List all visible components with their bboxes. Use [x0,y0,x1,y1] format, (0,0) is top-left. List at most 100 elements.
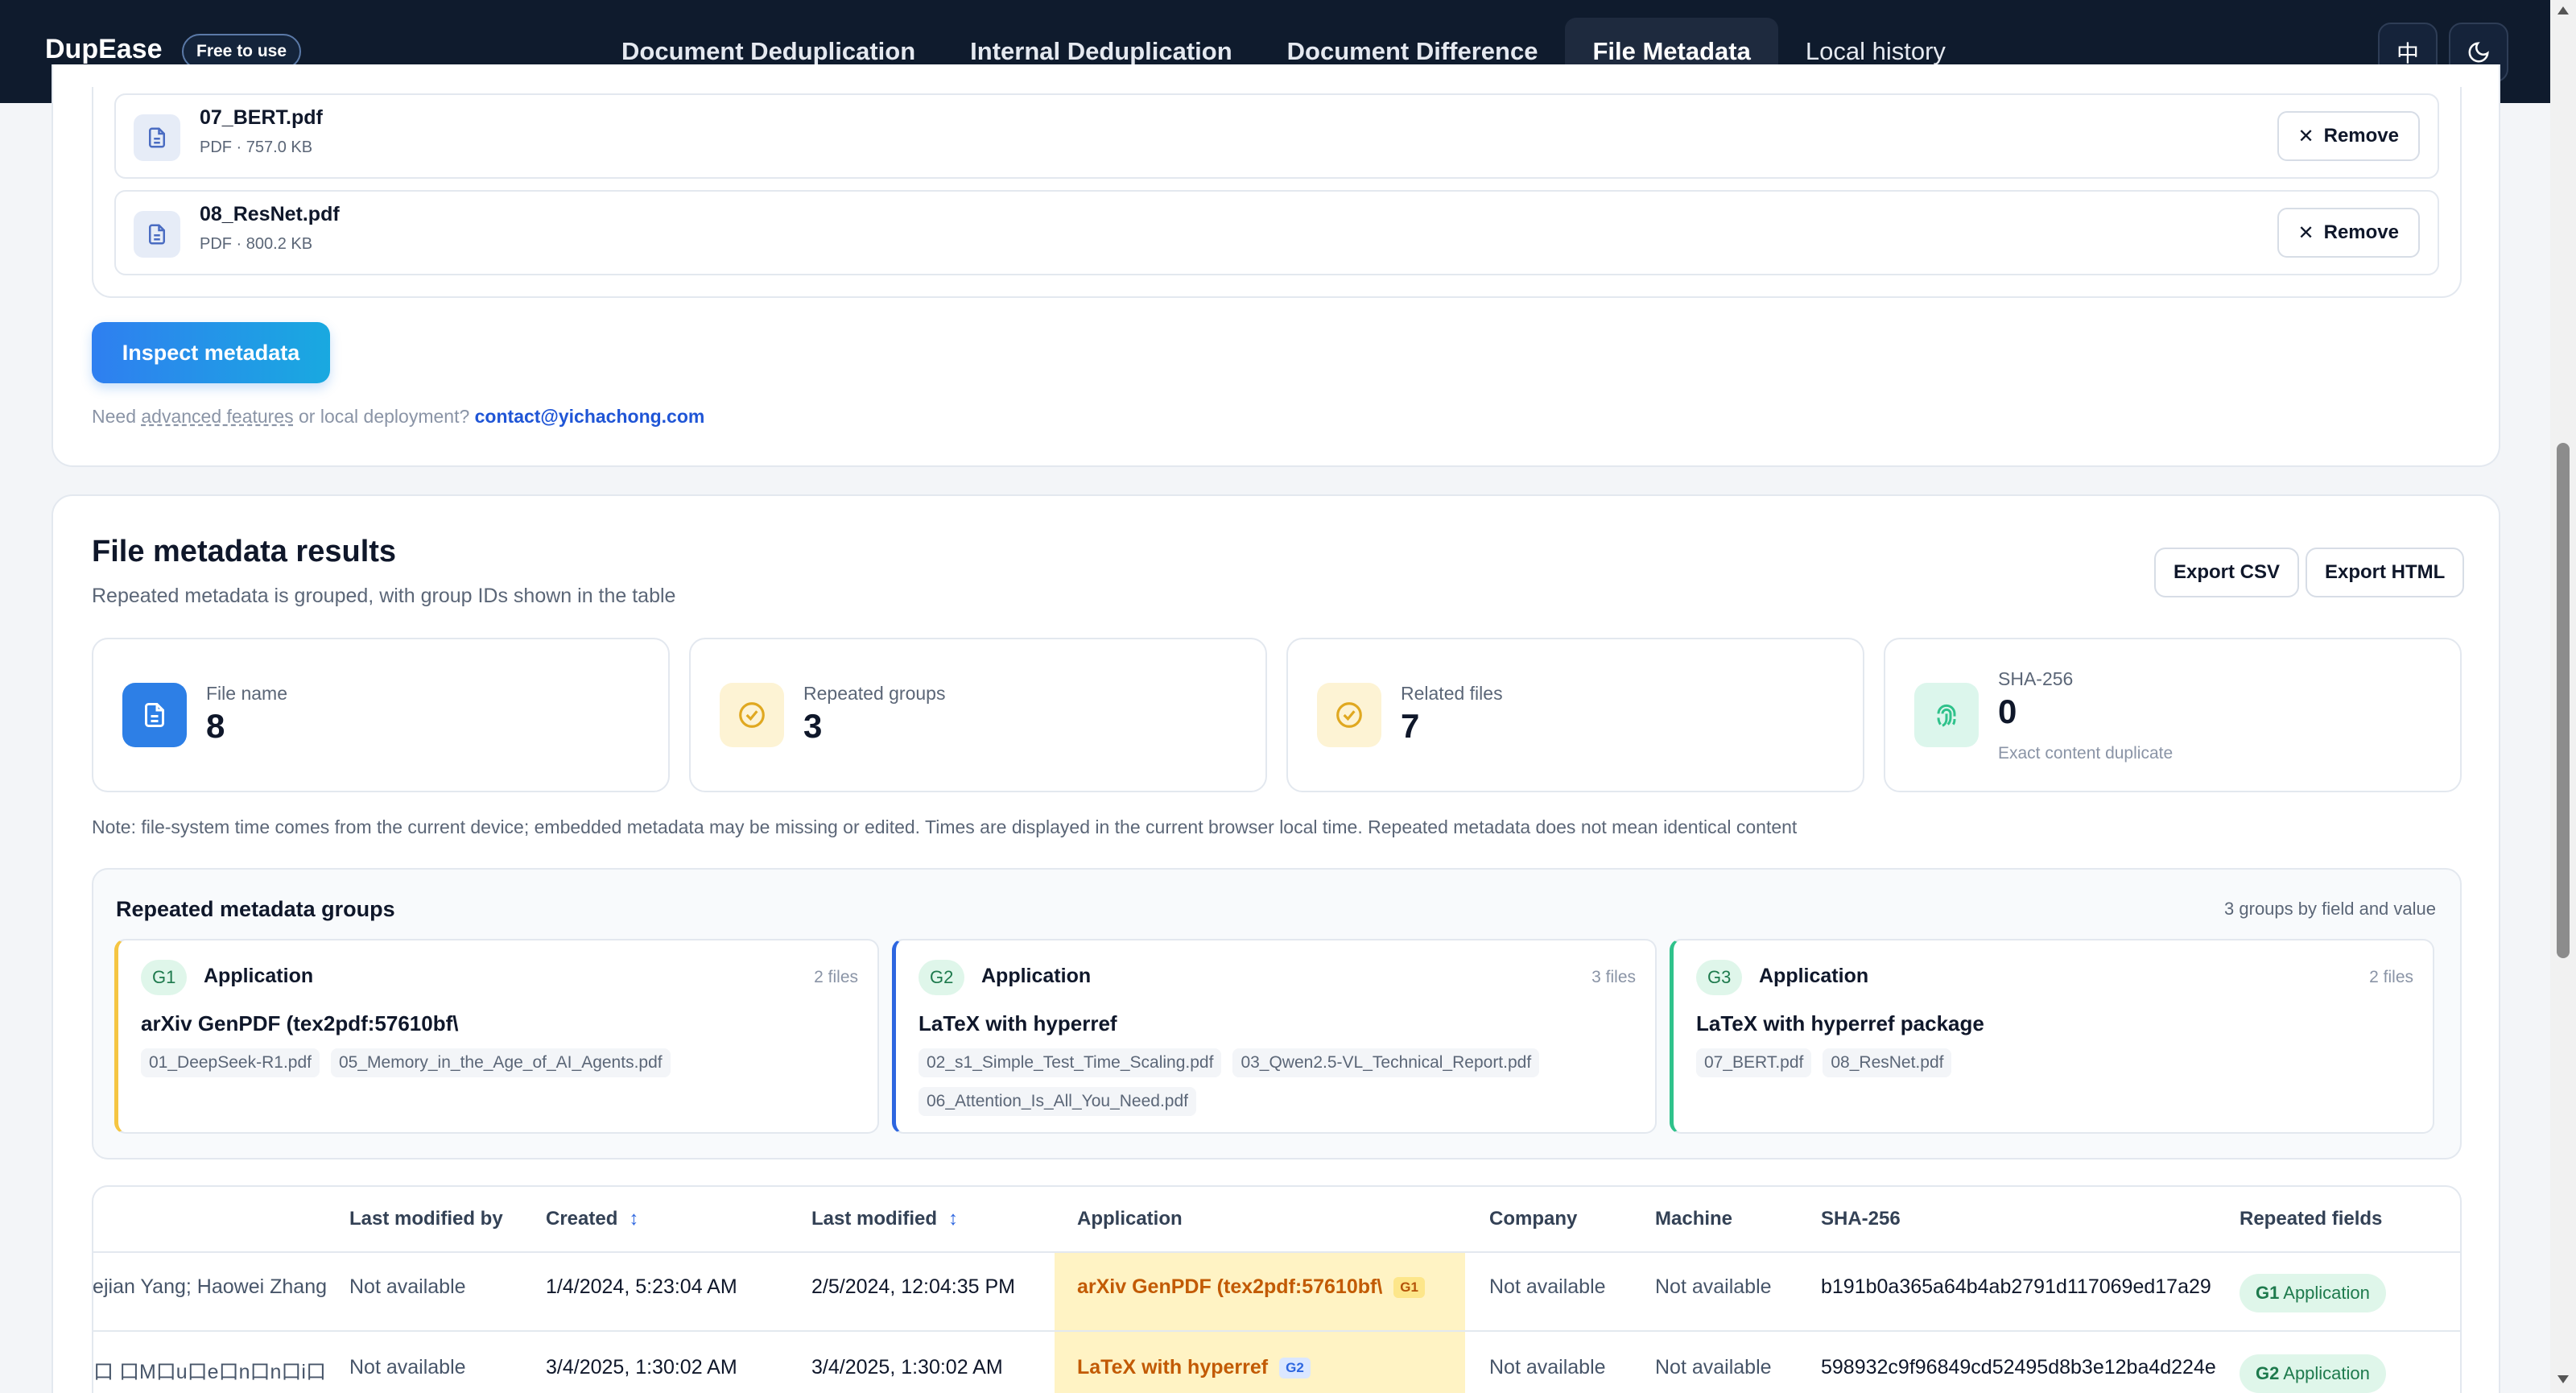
group-card-g2[interactable]: G2 Application 3 files LaTeX with hyperr… [892,939,1657,1134]
stat-card-repeated-groups: Repeated groups 3 [689,638,1267,792]
th-application: Application [1077,1208,1183,1230]
export-csv-button[interactable]: Export CSV [2154,548,2300,597]
cell-author: Daya Guo; Dejian Yang; Haowei Zhang [93,1275,327,1298]
repeated-field-name: Application [2283,1363,2370,1383]
remove-file-button[interactable]: ✕ Remove [2277,208,2420,258]
results-note: Note: file-system time comes from the cu… [92,816,1798,837]
repeated-field-badge[interactable]: G2 Application [2240,1354,2386,1393]
advanced-features-link[interactable]: advanced features [141,406,293,427]
check-circle-icon [720,683,784,747]
stat-label: Repeated groups [803,683,946,704]
inspect-metadata-button[interactable]: Inspect metadata [92,322,330,383]
groups-title: Repeated metadata groups [116,897,395,921]
close-icon: ✕ [2297,221,2314,244]
repeated-group-id: G2 [2256,1363,2280,1383]
cell-last-modified: 2/5/2024, 12:04:35 PM [811,1275,1015,1298]
sort-icon[interactable]: ↕ [948,1208,958,1230]
moon-icon [2468,42,2489,63]
group-field: Application [1759,965,1869,987]
cell-company: Not available [1489,1275,1606,1298]
cell-author: 口 口M口u口e口n口n口i口g口h口 [93,1361,327,1383]
group-id-badge: G1 [141,960,188,995]
cell-last-modified: 3/4/2025, 1:30:02 AM [811,1356,1003,1379]
cell-sha256: b191b0a365a64b4ab2791d117069ed17a29 [1821,1275,2211,1298]
application-value: arXiv GenPDF (tex2pdf:57610bf\ [1077,1275,1383,1298]
stat-value: 8 [206,707,225,745]
group-field: Application [981,965,1092,987]
export-html-button[interactable]: Export HTML [2306,548,2465,597]
stat-card-related-files: Related files 7 [1286,638,1864,792]
cell-last-modified-by: Not available [349,1356,466,1379]
cell-application: LaTeX with hyperref G2 [1077,1356,1311,1379]
group-id-badge: G3 [1696,960,1743,995]
file-chip: 01_DeepSeek-R1.pdf [141,1048,320,1077]
table-divider [93,1251,2460,1253]
remove-file-button[interactable]: ✕ Remove [2277,111,2420,161]
group-card-g1[interactable]: G1 Application 2 files arXiv GenPDF (tex… [114,939,879,1134]
group-id-badge: G2 [919,960,965,995]
sort-icon[interactable]: ↕ [629,1208,638,1230]
fingerprint-icon [1914,683,1979,747]
repeated-group-id: G1 [2256,1283,2280,1303]
repeated-field-name: Application [2283,1283,2370,1303]
repeated-field-badge[interactable]: G1 Application [2240,1274,2386,1312]
file-chip: 07_BERT.pdf [1696,1048,1812,1077]
brand-logo[interactable]: DupEase [45,34,163,65]
scroll-down-icon[interactable] [2557,1375,2569,1383]
results-subtitle: Repeated metadata is grouped, with group… [92,585,676,607]
cell-created: 3/4/2025, 1:30:02 AM [546,1356,737,1379]
th-last-modified[interactable]: Last modified ↕ [811,1208,958,1230]
stat-value: 7 [1401,707,1420,745]
scrollbar-thumb[interactable] [2557,443,2570,958]
group-file-count: 2 files [814,968,858,986]
cell-last-modified-by: Not available [349,1275,466,1298]
table-row-divider [93,1330,2460,1332]
groups-count: 3 groups by field and value [2224,899,2436,919]
remove-label: Remove [2323,125,2399,147]
file-chip: 08_ResNet.pdf [1823,1048,1952,1077]
contact-middle: or local deployment? [293,406,475,427]
group-field: Application [204,965,314,987]
group-file-chips: 07_BERT.pdf 08_ResNet.pdf [1696,1048,2421,1077]
group-card-g3[interactable]: G3 Application 2 files LaTeX with hyperr… [1670,939,2434,1134]
file-chip: 06_Attention_Is_All_You_Need.pdf [919,1087,1196,1116]
file-icon [134,211,180,258]
group-file-chips: 01_DeepSeek-R1.pdf 05_Memory_in_the_Age_… [141,1048,865,1077]
group-badge: G2 [1279,1358,1311,1379]
stat-note: Exact content duplicate [1998,744,2174,763]
cell-created: 1/4/2024, 5:23:04 AM [546,1275,737,1298]
check-circle-icon [1317,683,1381,747]
group-value: LaTeX with hyperref [919,1011,1117,1035]
group-file-chips: 02_s1_Simple_Test_Time_Scaling.pdf 03_Qw… [919,1048,1643,1116]
file-meta: PDF · 757.0 KB [200,138,313,156]
page-scrollbar[interactable] [2550,0,2576,1393]
remove-label: Remove [2323,221,2399,243]
stat-label: File name [206,683,287,704]
file-row: 08_ResNet.pdf PDF · 800.2 KB ✕ Remove [114,190,2439,275]
th-created[interactable]: Created ↕ [546,1208,638,1230]
th-company: Company [1489,1208,1578,1230]
file-name: 08_ResNet.pdf [200,203,340,225]
file-meta: PDF · 800.2 KB [200,235,313,253]
th-machine: Machine [1655,1208,1733,1230]
stat-label: Related files [1401,683,1503,704]
language-icon: 中 [2396,41,2419,66]
contact-email-link[interactable]: contact@yichachong.com [475,406,705,427]
file-chip: 05_Memory_in_the_Age_of_AI_Agents.pdf [330,1048,671,1077]
group-file-count: 2 files [2369,968,2413,986]
file-name: 07_BERT.pdf [200,106,323,129]
application-value: LaTeX with hyperref [1077,1356,1269,1379]
cell-sha256: 598932c9f96849cd52495d8b3e12ba4d224e [1821,1356,2216,1379]
group-badge: G1 [1393,1277,1425,1299]
th-last-modified-by: Last modified by [349,1208,503,1230]
th-created-label: Created [546,1208,618,1230]
stat-value: 3 [803,707,823,745]
scroll-up-icon[interactable] [2557,6,2569,14]
group-file-count: 3 files [1591,968,1636,986]
cell-company: Not available [1489,1356,1606,1379]
group-value: arXiv GenPDF (tex2pdf:57610bf\ [141,1011,459,1035]
cell-machine: Not available [1655,1356,1772,1379]
file-icon [134,114,180,161]
file-row: 07_BERT.pdf PDF · 757.0 KB ✕ Remove [114,93,2439,179]
stat-label: SHA-256 [1998,668,2074,689]
